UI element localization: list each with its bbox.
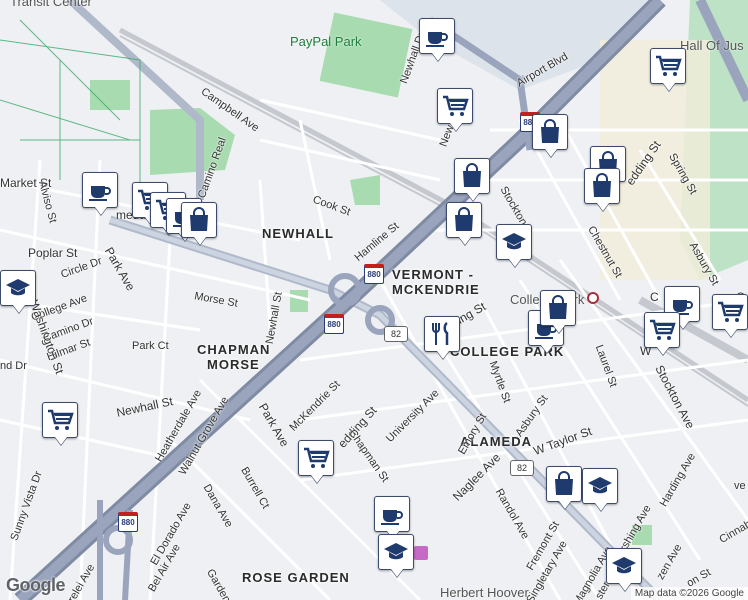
graduation-cap-icon: [384, 543, 408, 560]
shopping-cart-icon: [656, 55, 682, 76]
marker-school[interactable]: [0, 270, 36, 306]
map-attribution: Map data ©2026 Google: [630, 587, 748, 600]
area-label-newhall: NEWHALL: [262, 226, 334, 241]
area-label-morse: MORSE: [207, 357, 260, 372]
shopping-bag-icon: [549, 295, 567, 319]
marker-school[interactable]: [378, 534, 414, 570]
marker-store[interactable]: [546, 466, 582, 502]
highway-shield-880: 880: [364, 264, 384, 284]
marker-store[interactable]: [181, 202, 217, 238]
highway-shield-880: 880: [118, 512, 138, 532]
shopping-cart-icon: [48, 409, 74, 430]
area-label-chapman: CHAPMAN: [197, 342, 271, 357]
shopping-bag-icon: [455, 207, 473, 231]
marker-shop[interactable]: [712, 294, 748, 330]
marker-store[interactable]: [584, 168, 620, 204]
street-label-ve-frag: ve: [734, 480, 746, 492]
paypal-park-area: [319, 12, 413, 98]
shopping-bag-icon: [190, 207, 208, 231]
route-shield-82: 82: [384, 326, 408, 342]
graduation-cap-icon: [6, 279, 30, 296]
shopping-bag-icon: [463, 163, 481, 187]
coffee-cup-icon: [426, 32, 448, 47]
marker-store[interactable]: [540, 290, 576, 326]
marker-store[interactable]: [532, 114, 568, 150]
marker-shop[interactable]: [437, 88, 473, 124]
marker-shop[interactable]: [298, 440, 334, 476]
marker-store[interactable]: [454, 158, 490, 194]
marker-shop[interactable]: [644, 312, 680, 348]
street-label-nd-dr: nd Dr: [0, 360, 27, 372]
fork-knife-icon: [432, 321, 449, 345]
highway-shield-880: 880: [324, 314, 344, 334]
street-label-poplar: Poplar St: [28, 246, 78, 260]
marker-cafe[interactable]: [82, 172, 118, 208]
google-logo[interactable]: Google: [6, 575, 66, 596]
marker-school[interactable]: [496, 224, 532, 260]
area-label-rose-garden: ROSE GARDEN: [242, 570, 350, 585]
shopping-cart-icon: [443, 95, 469, 116]
street-label-c-frag: C: [650, 290, 659, 304]
street-label-park-ct: Park Ct: [132, 340, 169, 352]
marker-school[interactable]: [606, 548, 642, 584]
shopping-cart-icon: [650, 319, 676, 340]
coffee-cup-icon: [381, 510, 403, 525]
shopping-cart-icon: [718, 301, 744, 322]
map-canvas[interactable]: NEWHALL VERMONT - MCKENDRIE CHAPMAN MORS…: [0, 0, 748, 600]
graduation-cap-icon: [588, 477, 612, 494]
marker-school[interactable]: [582, 468, 618, 504]
marker-cafe[interactable]: [419, 18, 455, 54]
shopping-cart-icon: [304, 447, 330, 468]
shopping-bag-icon: [593, 173, 611, 197]
marker-shop[interactable]: [42, 402, 78, 438]
poi-label-paypal-park[interactable]: PayPal Park: [290, 34, 362, 49]
marker-cafe[interactable]: [374, 496, 410, 532]
graduation-cap-icon: [612, 557, 636, 574]
poi-label-hall-of-justice[interactable]: Hall Of Jus: [680, 38, 744, 53]
marker-shop[interactable]: [650, 48, 686, 84]
area-label-vermont: VERMONT -: [392, 267, 474, 282]
marker-restaurant[interactable]: [424, 316, 460, 352]
coffee-cup-icon: [89, 186, 111, 201]
area-label-mckendrie: MCKENDRIE: [392, 282, 480, 297]
shopping-bag-icon: [555, 471, 573, 495]
graduation-cap-icon: [502, 233, 526, 250]
shopping-bag-icon: [541, 119, 559, 143]
marker-store[interactable]: [446, 202, 482, 238]
poi-label-transit-center[interactable]: Transit Center: [10, 0, 92, 9]
poi-label-herbert-hoover[interactable]: Herbert Hoover: [440, 585, 529, 600]
route-shield-82: 82: [510, 460, 534, 476]
